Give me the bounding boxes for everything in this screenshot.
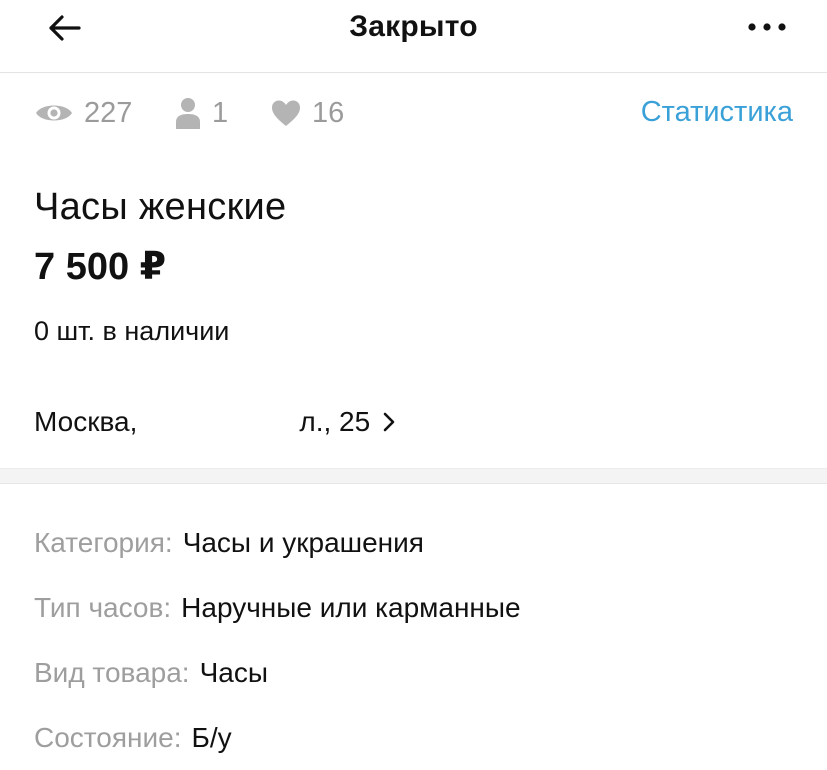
section-divider [0,468,827,484]
property-row-condition: Состояние: Б/у [34,705,521,770]
property-label: Тип часов: [34,591,172,623]
more-button[interactable] [739,10,795,44]
property-label: Вид товара: [34,656,190,688]
top-bar: Закрыто [0,0,827,73]
property-value: Б/у [191,721,232,753]
person-icon [176,98,200,129]
property-value: Часы и украшения [182,526,424,558]
favorites-count: 16 [312,96,345,129]
properties-list: Категория: Часы и украшения Тип часов: Н… [34,510,521,770]
views-count: 227 [84,96,133,129]
property-value: Часы [199,656,268,688]
contacts-count: 1 [212,96,229,129]
page-title: Закрыто [349,10,478,43]
listing-price: 7 500 ₽ [34,246,167,288]
views-stat: 227 [34,90,132,136]
address-street: л., 25 [299,406,371,437]
property-label: Состояние: [34,721,182,753]
property-row-product-kind: Вид товара: Часы [34,640,521,705]
favorites-stat: 16 [270,90,344,136]
address-row[interactable]: Москва, л., 25 [34,406,396,438]
eye-icon [36,105,72,121]
stats-row: 227 1 16 Статистика [0,90,827,136]
heart-icon [272,100,300,126]
chevron-right-icon [383,412,395,432]
property-row-watch-type: Тип часов: Наручные или карманные [34,575,521,640]
contacts-stat: 1 [174,90,228,136]
property-row-category: Категория: Часы и украшения [34,510,521,575]
statistics-link[interactable]: Статистика [641,96,793,129]
listing-title: Часы женские [34,186,287,228]
more-horizontal-icon [748,23,786,31]
property-label: Категория: [34,526,173,558]
stock-status: 0 шт. в наличии [34,316,230,346]
address-city: Москва, [34,406,138,437]
property-value: Наручные или карманные [181,591,521,623]
